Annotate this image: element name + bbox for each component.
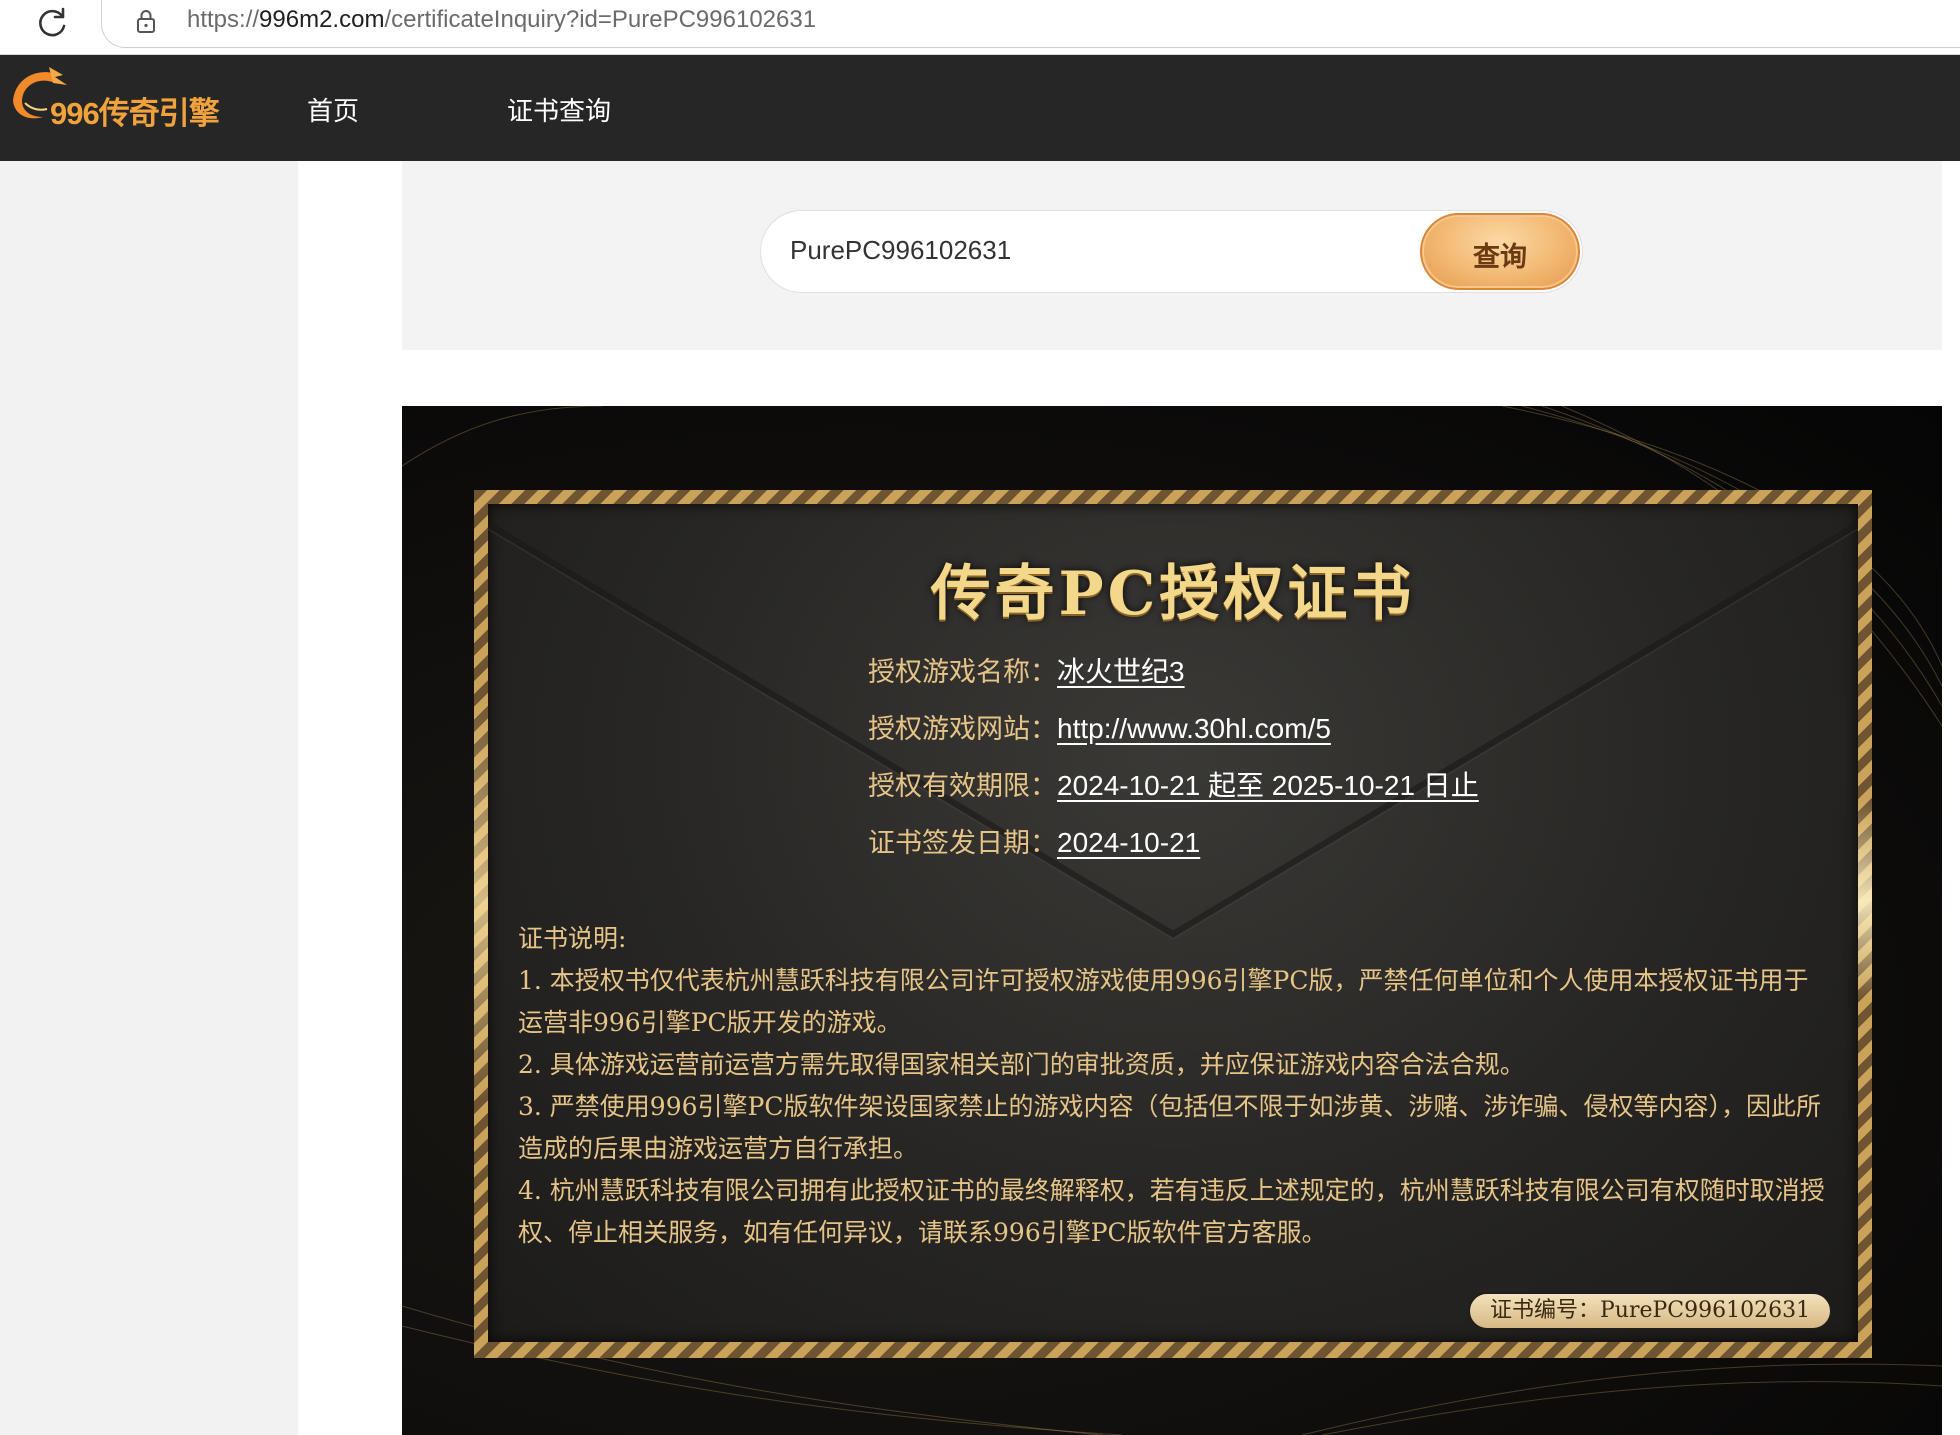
frame-glow-left <box>474 700 488 1100</box>
nav-certificate-inquiry-link[interactable]: 证书查询 <box>507 91 611 128</box>
field-value[interactable]: 2024-10-21 <box>1057 827 1200 858</box>
note-item: 3. 严禁使用996引擎PC版软件架设国家禁止的游戏内容（包括但不限于如涉黄、涉… <box>518 1092 1821 1163</box>
note-item: 2. 具体游戏运营前运营方需先取得国家相关部门的审批资质，并应保证游戏内容合法合… <box>518 1050 1525 1079</box>
note-item: 1. 本授权书仅代表杭州慧跃科技有限公司许可授权游戏使用996引擎PC版，严禁任… <box>518 966 1809 1037</box>
left-gutter <box>0 161 298 1435</box>
site-navbar: 996传奇引擎 首页 证书查询 <box>0 55 1960 161</box>
search-button[interactable]: 查询 <box>1420 213 1580 290</box>
url-prefix: https:// <box>187 6 260 33</box>
url-path: /certificateInquiry?id=PurePC996102631 <box>384 6 817 33</box>
field-value[interactable]: 冰火世纪3 <box>1057 656 1185 687</box>
certificate-number-badge: 证书编号：PurePC996102631 <box>1468 1292 1833 1330</box>
field-value[interactable]: 2024-10-21 起至 2025-10-21 日止 <box>1057 770 1479 801</box>
certificate-title: 传奇PC授权证书 <box>930 559 1416 629</box>
field-label: 授权游戏名称： <box>868 657 1057 688</box>
frame-glow-right <box>1858 800 1872 1000</box>
field-value[interactable]: http://www.30hl.com/5 <box>1057 713 1331 744</box>
nav-home-link[interactable]: 首页 <box>307 91 359 128</box>
field-game-name: 授权游戏名称：冰火世纪3 <box>868 650 1185 690</box>
field-label: 授权游戏网站： <box>868 714 1057 745</box>
lock-icon[interactable] <box>133 8 159 34</box>
url-text[interactable]: https://996m2.com/certificateInquiry?id=… <box>187 6 816 34</box>
search-button-label: 查询 <box>1473 242 1527 272</box>
notes-heading: 证书说明: <box>518 924 627 953</box>
field-game-website: 授权游戏网站：http://www.30hl.com/5 <box>868 707 1331 746</box>
search-input-value[interactable]: PurePC996102631 <box>790 235 1011 266</box>
browser-toolbar: https://996m2.com/certificateInquiry?id=… <box>0 0 1960 55</box>
url-host: 996m2.com <box>259 6 385 33</box>
field-issue-date: 证书签发日期：2024-10-21 <box>868 821 1200 860</box>
logo-text[interactable]: 996传奇引擎 <box>50 88 220 133</box>
field-validity-period: 授权有效期限：2024-10-21 起至 2025-10-21 日止 <box>868 764 1479 804</box>
field-label: 证书签发日期： <box>868 828 1057 859</box>
certificate-search-input[interactable]: PurePC996102631 查询 <box>760 210 1583 293</box>
field-label: 授权有效期限： <box>868 771 1057 802</box>
address-bar[interactable]: https://996m2.com/certificateInquiry?id=… <box>101 0 1960 48</box>
note-item: 4. 杭州慧跃科技有限公司拥有此授权证书的最终解释权，若有违反上述规定的，杭州慧… <box>518 1176 1825 1247</box>
reload-icon[interactable] <box>34 6 70 42</box>
